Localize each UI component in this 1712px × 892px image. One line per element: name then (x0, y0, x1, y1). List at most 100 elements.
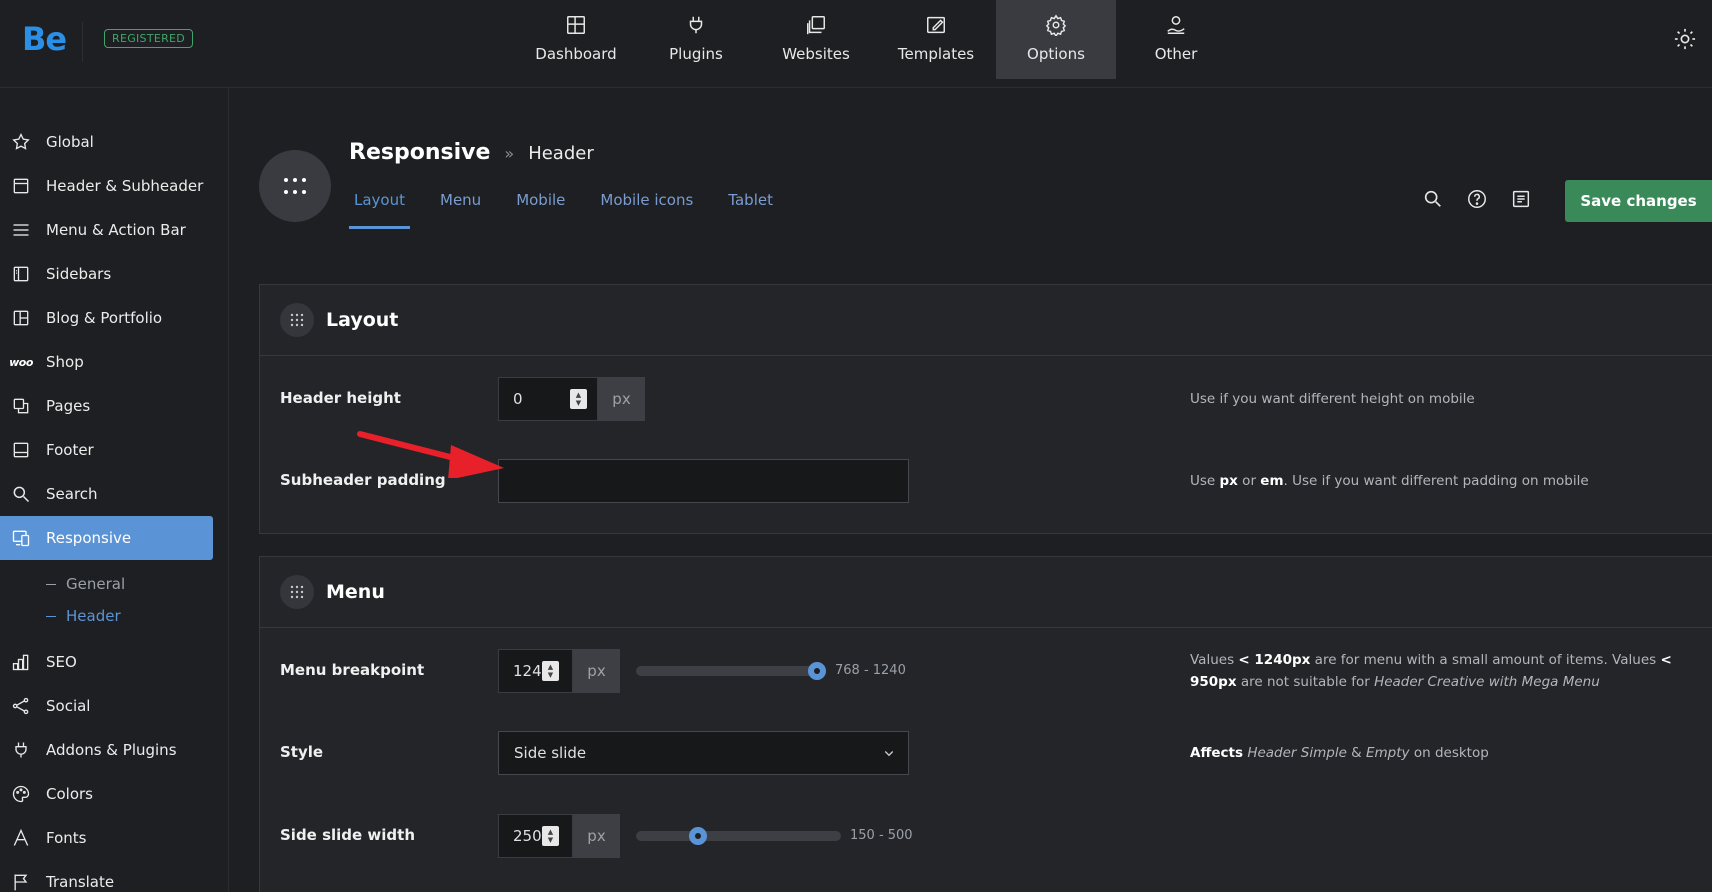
side-slide-width-unit: px (573, 814, 620, 858)
panel-title: Menu (326, 581, 385, 603)
window-icon (10, 175, 32, 197)
panel-title: Layout (326, 309, 399, 331)
tab-layout[interactable]: Layout (349, 181, 410, 229)
sidebar-item-colors[interactable]: Colors (0, 772, 229, 816)
footer-icon (10, 439, 32, 461)
woo-icon-text: woo (9, 355, 33, 369)
sidebar-item-translate[interactable]: Translate (0, 860, 229, 892)
sidebar-item-footer[interactable]: Footer (0, 428, 229, 472)
side-slide-width-range: 150 - 500 (850, 828, 913, 843)
pages-icon (10, 395, 32, 417)
sidebar-item-responsive[interactable]: Responsive (0, 516, 213, 560)
woo-icon: woo (9, 351, 33, 373)
tab-tablet[interactable]: Tablet (723, 181, 778, 229)
chevron-down-icon (884, 751, 894, 757)
nav-options[interactable]: Options (996, 0, 1116, 79)
nav-other[interactable]: Other (1116, 0, 1236, 79)
sidebar-item-blog-portfolio[interactable]: Blog & Portfolio (0, 296, 229, 340)
desc-text: on desktop (1409, 745, 1489, 761)
style-select-value: Side slide (514, 744, 587, 762)
sidebar-item-global[interactable]: Global (0, 120, 229, 164)
menu-panel: Menu Menu breakpoint 1240 ▲ ▼ px 768 - 12… (259, 556, 1712, 892)
tab-menu[interactable]: Menu (435, 181, 486, 229)
dashboard-icon (567, 16, 585, 34)
sidebar-item-label: Fonts (46, 829, 87, 847)
style-select[interactable]: Side slide (498, 731, 909, 775)
sidebar-item-social[interactable]: Social (0, 684, 229, 728)
sidebar-item-label: Sidebars (46, 265, 112, 283)
header-height-description: Use if you want different height on mobi… (1190, 391, 1475, 407)
search-icon[interactable] (1422, 188, 1444, 210)
sidebar-subitem-label: Header (66, 607, 121, 625)
websites-icon (807, 16, 825, 35)
nav-websites[interactable]: Websites (756, 0, 876, 79)
nav-plugins[interactable]: Plugins (636, 0, 756, 79)
desc-bold: Affects (1190, 745, 1244, 761)
tab-mobile-icons[interactable]: Mobile icons (595, 181, 698, 229)
sidebar-item-label: Responsive (46, 529, 132, 547)
subheader-padding-description: Use px or em. Use if you want different … (1190, 470, 1710, 492)
templates-icon (927, 16, 945, 34)
sidebar-item-label: Shop (46, 353, 84, 371)
nav-dashboard[interactable]: Dashboard (516, 0, 636, 79)
sidebar-item-search[interactable]: Search (0, 472, 229, 516)
menu-breakpoint-input[interactable]: 1240 (498, 649, 573, 693)
panel-header: Menu (260, 557, 1712, 628)
notes-icon[interactable] (1510, 188, 1532, 210)
side-slide-width-row: Side slide width 250 ▲ ▼ px 150 - 500 (260, 799, 1712, 884)
header-height-stepper[interactable]: ▲ ▼ (570, 389, 587, 409)
main-nav: Dashboard Plugins Websites Templates Opt… (516, 0, 1236, 79)
nav-plugins-label: Plugins (669, 45, 723, 63)
user-hand-icon (1167, 16, 1185, 34)
sidebar-sublist: General Header (0, 560, 229, 640)
slider-handle[interactable] (808, 662, 826, 680)
save-button[interactable]: Save changes (1565, 180, 1712, 222)
sidebar-item-addons-plugins[interactable]: Addons & Plugins (0, 728, 229, 772)
side-slide-width-slider[interactable] (636, 827, 841, 845)
sun-icon[interactable] (1674, 28, 1696, 50)
nav-other-label: Other (1154, 45, 1198, 63)
sidebar-item-sidebars[interactable]: Sidebars (0, 252, 229, 296)
dash (46, 615, 56, 617)
style-row: Style Side slide Affects Header Simple &… (260, 714, 1712, 799)
side-slide-width-value: 250 (513, 827, 542, 845)
sidebar-item-shop[interactable]: woo Shop (0, 340, 229, 384)
panel-header: Layout (260, 285, 1712, 356)
desc-text: are not suitable for (1236, 674, 1375, 690)
desc-italic: Header Creative with Mega Menu (1374, 674, 1600, 690)
desc-bold: em (1260, 473, 1284, 489)
sidebar-item-label: Social (46, 697, 91, 715)
app-logo[interactable]: Be (22, 20, 67, 58)
tab-mobile[interactable]: Mobile (511, 181, 570, 229)
side-slide-width-input[interactable]: 250 (498, 814, 573, 858)
sidebar-item-pages[interactable]: Pages (0, 384, 229, 428)
help-icon[interactable] (1466, 188, 1488, 210)
sidebar-item-label: Global (46, 133, 94, 151)
desc-text: Use (1190, 473, 1220, 489)
sidebar: Global Header & Subheader Menu & Action … (0, 88, 229, 892)
palette-icon (10, 783, 32, 805)
menu-icon (10, 219, 32, 241)
sidebar-item-fonts[interactable]: Fonts (0, 816, 229, 860)
page-subtitle: Header (528, 143, 594, 164)
menu-breakpoint-stepper[interactable]: ▲ ▼ (542, 661, 559, 681)
side-slide-width-stepper[interactable]: ▲ ▼ (542, 826, 559, 846)
sidebar-subitem-general[interactable]: General (0, 568, 229, 600)
plug-icon (10, 739, 32, 761)
sidebar-item-seo[interactable]: SEO (0, 640, 229, 684)
registered-badge: REGISTERED (104, 29, 194, 48)
slider-handle[interactable] (689, 827, 708, 845)
sidebar-subitem-header[interactable]: Header (0, 600, 229, 632)
menu-breakpoint-slider[interactable] (636, 662, 826, 680)
sidebar-list: Global Header & Subheader Menu & Action … (0, 120, 229, 892)
sidebar-item-menu-action-bar[interactable]: Menu & Action Bar (0, 208, 229, 252)
nav-websites-label: Websites (782, 45, 850, 63)
flag-icon (10, 871, 32, 892)
gear-icon (1045, 14, 1067, 36)
subheader-padding-input[interactable] (498, 459, 909, 503)
sidebar-item-header-subheader[interactable]: Header & Subheader (0, 164, 229, 208)
desc-text: or (1237, 473, 1261, 489)
style-label: Style (280, 743, 324, 761)
nav-templates[interactable]: Templates (876, 0, 996, 79)
desc-bold: px (1219, 473, 1238, 489)
